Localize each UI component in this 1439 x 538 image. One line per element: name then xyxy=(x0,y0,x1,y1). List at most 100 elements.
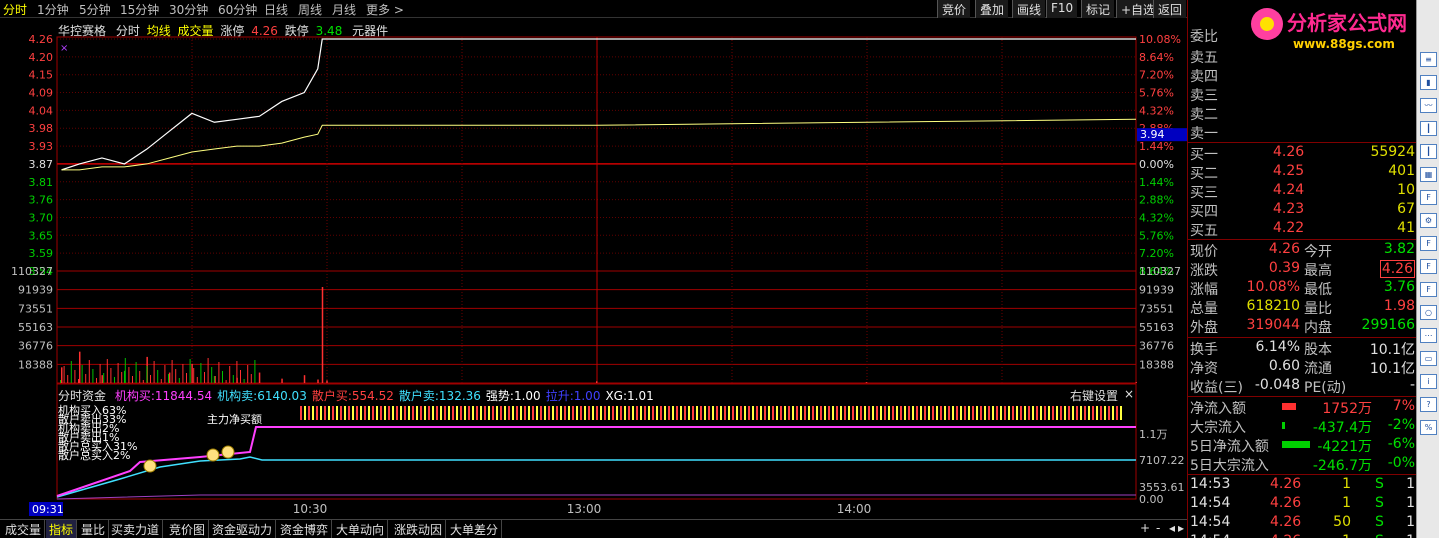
line-chart-icon[interactable]: 〰 xyxy=(1420,98,1437,113)
strength-bar xyxy=(908,406,910,420)
tick-side: S xyxy=(1375,514,1384,530)
site-logo: 分析家公式网 www.88gs.com xyxy=(1245,2,1435,52)
intraday-chart[interactable]: 4.26 10.08% 4.20 8.64% 4.15 7.20% 4.09 5.76% 4.0… xyxy=(0,19,1187,518)
strength-bar xyxy=(356,406,358,420)
strength-bar xyxy=(748,406,750,420)
zoom-control-1[interactable]: - xyxy=(1156,521,1160,535)
bottom-tab-6[interactable]: 资金博弈 xyxy=(277,520,333,538)
toolbar-button-2[interactable]: 画线 xyxy=(1012,0,1046,18)
bottom-tab-9[interactable]: 大单差分 xyxy=(447,520,503,538)
f10-icon[interactable]: F xyxy=(1420,190,1437,205)
list-icon[interactable]: ≡ xyxy=(1420,52,1437,67)
strength-bar xyxy=(740,406,742,420)
sell-level-label: 卖五 xyxy=(1190,50,1218,66)
strength-bar xyxy=(524,406,526,420)
strength-bar xyxy=(880,406,882,420)
pct-tick-label: 7.20% xyxy=(1139,247,1174,260)
quote-value: 3.82 xyxy=(1383,241,1415,257)
strength-bar xyxy=(760,406,762,420)
strength-bar xyxy=(668,406,670,420)
toolbar-button-0[interactable]: 竞价 xyxy=(937,0,971,18)
flow-row: 大宗流入 -437.4万 -2% xyxy=(1188,417,1417,436)
strength-bar xyxy=(780,406,782,420)
strength-bar xyxy=(584,406,586,420)
chart-f1-icon[interactable]: F xyxy=(1420,236,1437,251)
right-click-settings[interactable]: 右键设置 xyxy=(1070,387,1118,404)
strength-bar xyxy=(1064,406,1066,420)
dots-icon[interactable]: ⋯ xyxy=(1420,328,1437,343)
period-tab-4[interactable]: 30分钟 xyxy=(169,1,208,18)
bottom-tab-1[interactable]: 指标 xyxy=(46,520,78,538)
chart-f3-icon[interactable]: F xyxy=(1420,282,1437,297)
zoom-control-0[interactable]: + xyxy=(1140,521,1150,535)
screen-icon[interactable]: ▭ xyxy=(1420,351,1437,366)
table-icon[interactable]: ▦ xyxy=(1420,167,1437,182)
flow-label: 大宗流入 xyxy=(1190,420,1246,436)
strength-bar xyxy=(852,406,854,420)
strength-bar xyxy=(500,406,502,420)
period-tab-0[interactable]: 分时 xyxy=(3,1,27,18)
period-tab-7[interactable]: 周线 xyxy=(298,1,322,18)
period-tab-2[interactable]: 5分钟 xyxy=(79,1,111,18)
strength-bar xyxy=(844,406,846,420)
tick-count: 1 xyxy=(1406,533,1415,538)
strength-bar xyxy=(652,406,654,420)
toolbar-button-1[interactable]: 叠加 xyxy=(975,0,1009,18)
strength-bar xyxy=(392,406,394,420)
strength-bar xyxy=(432,406,434,420)
period-tab-1[interactable]: 1分钟 xyxy=(37,1,69,18)
toolbar-button-3[interactable]: F10 xyxy=(1046,0,1078,18)
period-tab-6[interactable]: 日线 xyxy=(264,1,288,18)
bottom-tab-7[interactable]: 大单动向 xyxy=(333,520,389,538)
flow-label: 5日净流入额 xyxy=(1190,439,1269,455)
cross-marker: × xyxy=(60,43,68,54)
question-icon[interactable]: ? xyxy=(1420,397,1437,412)
zoom-control-2[interactable]: ◂ xyxy=(1169,521,1175,535)
candle-icon-2[interactable]: ┃ xyxy=(1420,144,1437,159)
period-tab-5[interactable]: 60分钟 xyxy=(218,1,257,18)
strength-bar xyxy=(804,406,806,420)
candle-icon[interactable]: ┃ xyxy=(1420,121,1437,136)
indicator-item-value: 1.01 xyxy=(627,389,654,403)
volume-tick-label: 73551 xyxy=(18,302,53,315)
strength-bar xyxy=(916,406,918,420)
period-tab-3[interactable]: 15分钟 xyxy=(120,1,159,18)
price-line xyxy=(61,38,1136,171)
strength-bar xyxy=(704,406,706,420)
bottom-tab-8[interactable]: 涨跌动因 xyxy=(391,520,447,538)
toolbar-button-6[interactable]: 返回 xyxy=(1153,0,1187,18)
avg-label: 均线 xyxy=(146,24,171,38)
chart-f2-icon[interactable]: F xyxy=(1420,259,1437,274)
indicator-item-label: 散户卖: xyxy=(398,389,439,403)
info-icon[interactable]: i xyxy=(1420,374,1437,389)
toolbar-button-4[interactable]: 标记 xyxy=(1081,0,1115,18)
zoom-control-3[interactable]: ▸ xyxy=(1178,521,1184,535)
buy-price: 4.24 xyxy=(1273,182,1305,198)
flow-pct: 7% xyxy=(1392,398,1415,414)
strength-bar xyxy=(960,406,962,420)
bottom-tab-3[interactable]: 买卖力道 xyxy=(108,520,164,538)
strength-bar xyxy=(948,406,950,420)
flow-label: 净流入额 xyxy=(1190,401,1246,417)
bar-chart-icon[interactable]: ▮ xyxy=(1420,75,1437,90)
circle-icon[interactable]: ○ xyxy=(1420,305,1437,320)
volume-bar xyxy=(146,366,148,383)
tick-time: 14:54 xyxy=(1190,533,1230,538)
strength-bar xyxy=(520,406,522,420)
stats-value: - xyxy=(1409,377,1415,393)
flow-pct: -6% xyxy=(1387,436,1415,452)
percent-icon[interactable]: % xyxy=(1420,420,1437,435)
gear-icon[interactable]: ⚙ xyxy=(1420,213,1437,228)
bottom-tab-4[interactable]: 竞价图 xyxy=(166,520,210,538)
bottom-tab-0[interactable]: 成交量 xyxy=(2,520,46,538)
volume-bar xyxy=(189,359,191,383)
bottom-tab-5[interactable]: 资金驱动力 xyxy=(209,520,277,538)
bottom-tab-2[interactable]: 量比 xyxy=(78,520,110,538)
quote-label: 外盘 xyxy=(1190,320,1218,336)
strength-bar xyxy=(1020,406,1022,420)
strength-bar xyxy=(408,406,410,420)
period-tab-9[interactable]: 更多 > xyxy=(366,1,404,18)
strength-bar xyxy=(836,406,838,420)
period-tab-8[interactable]: 月线 xyxy=(332,1,356,18)
close-icon[interactable]: × xyxy=(1124,387,1134,401)
